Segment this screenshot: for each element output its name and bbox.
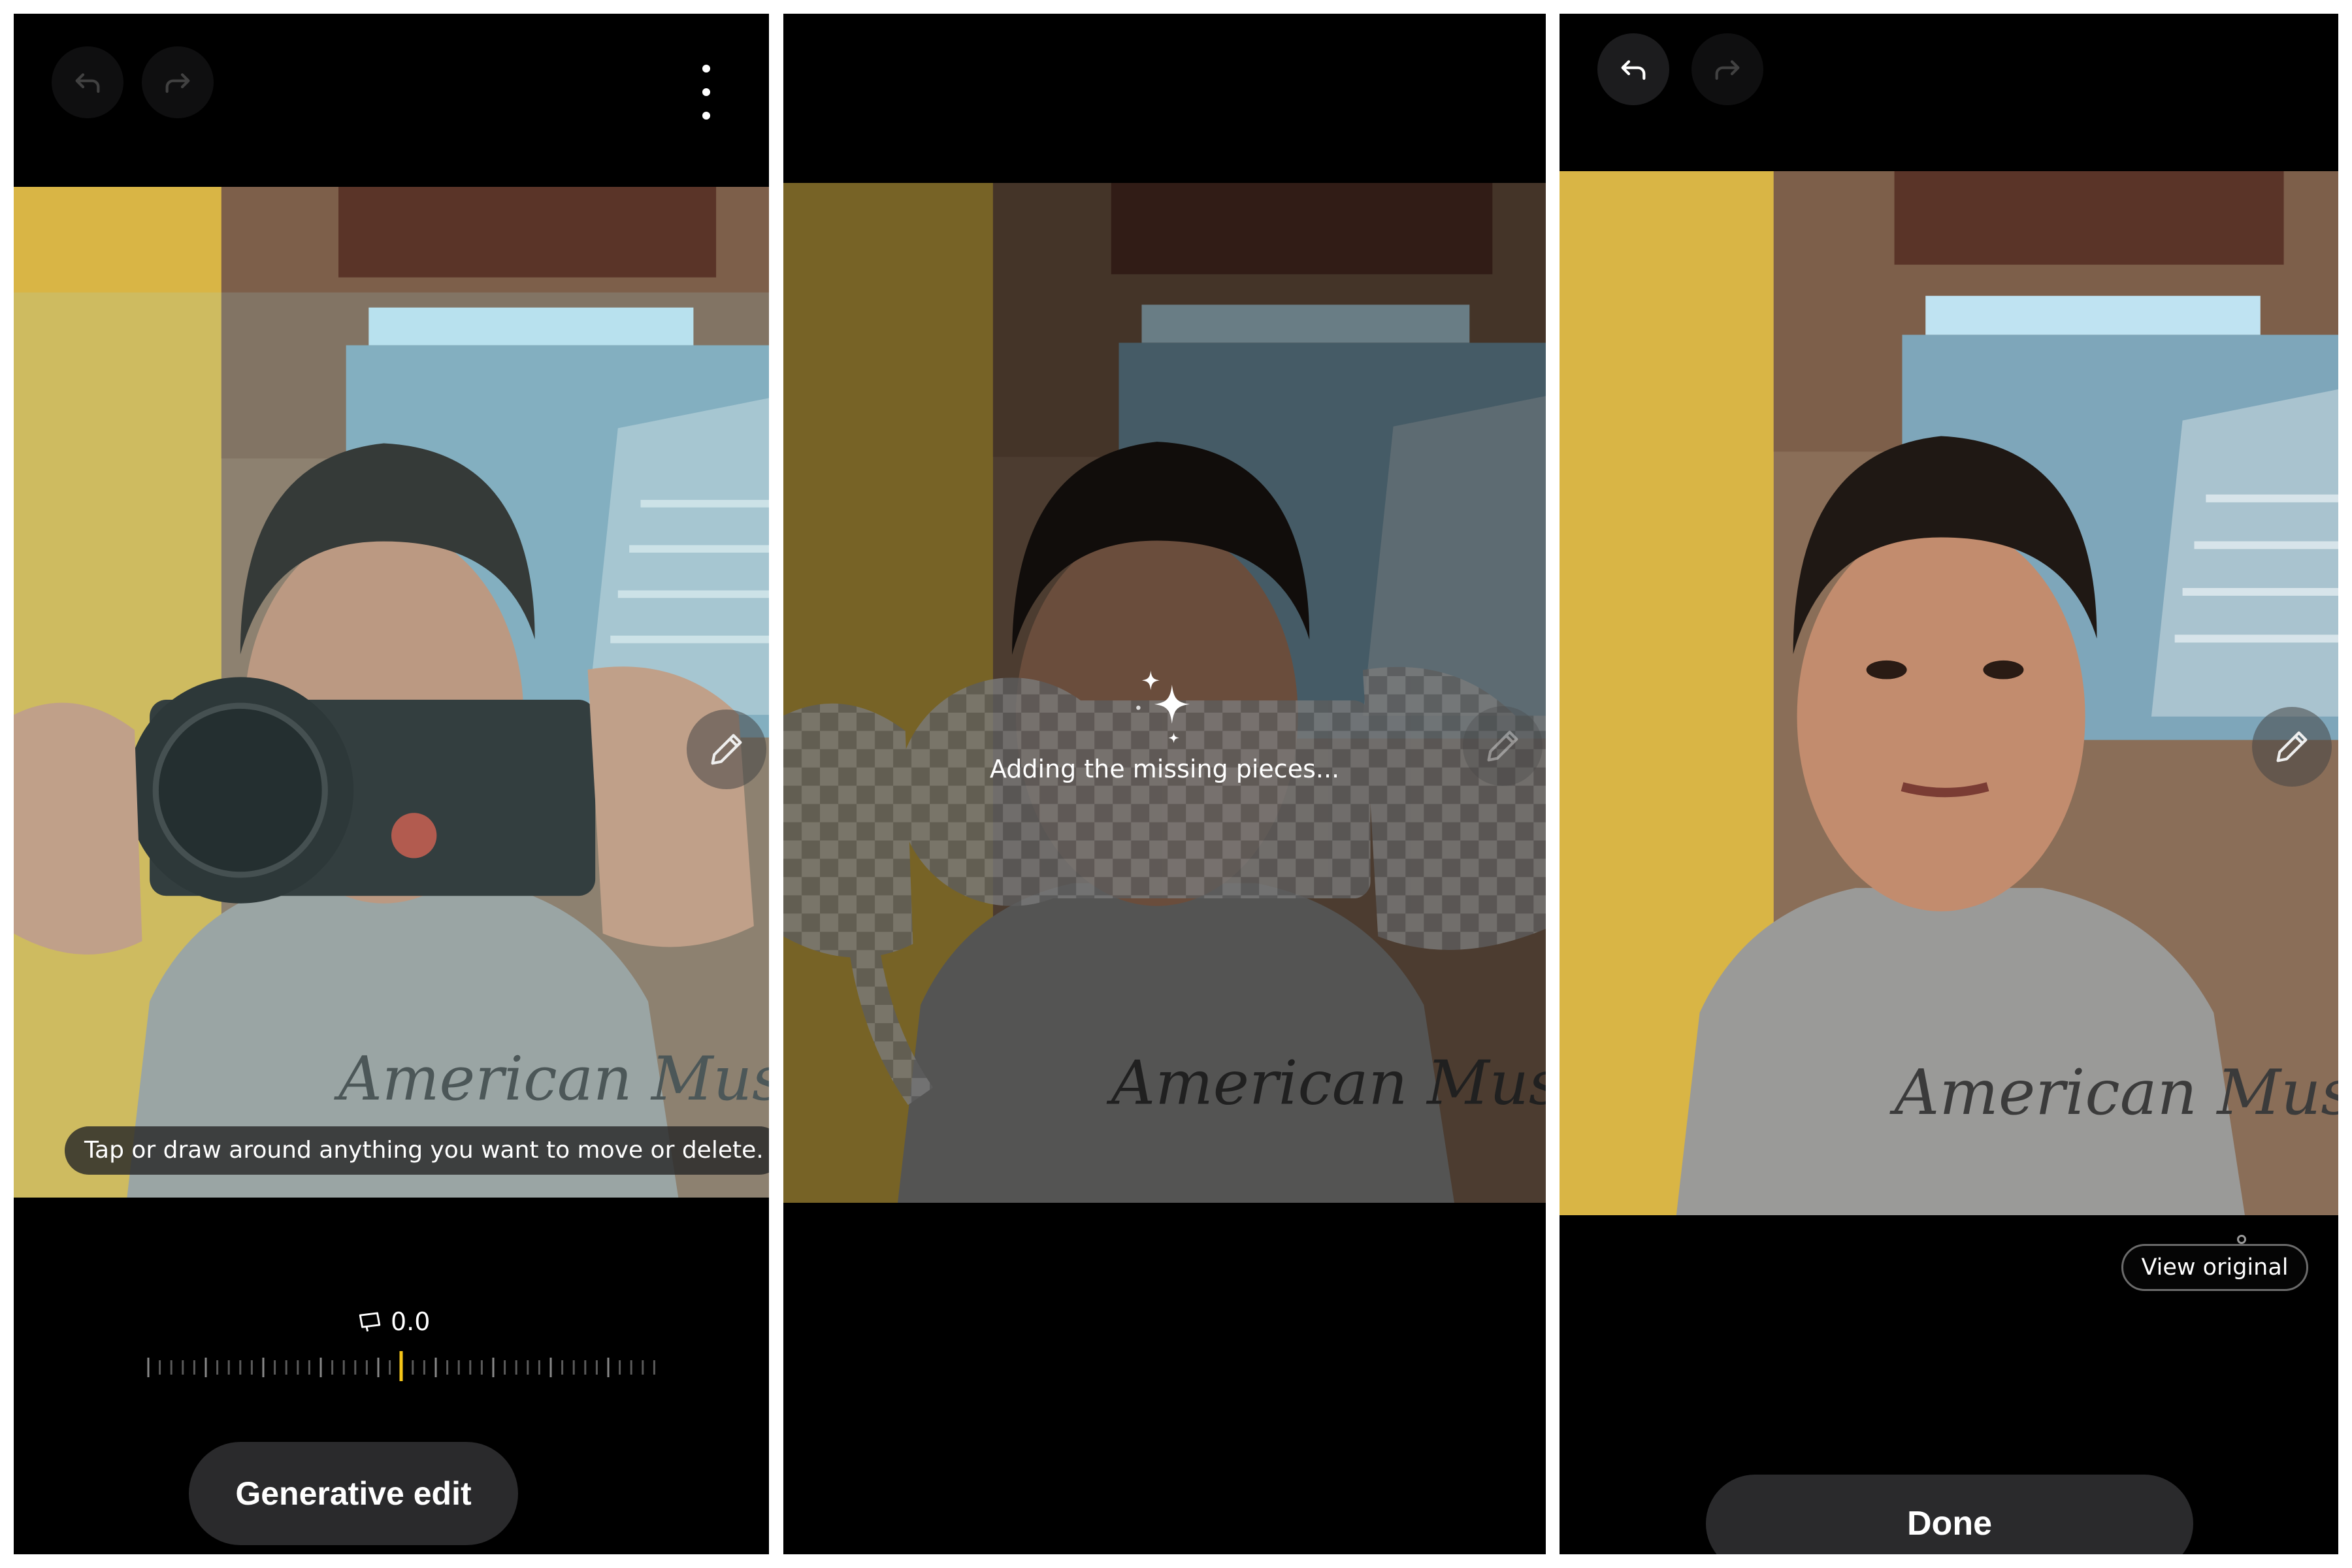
tilt-dial[interactable]	[143, 1350, 659, 1382]
done-button[interactable]: Done	[1706, 1475, 2193, 1554]
hint-message: Tap or draw around anything you want to …	[65, 1126, 769, 1175]
photo-image: American Museum	[14, 187, 769, 1198]
undo-button[interactable]	[1597, 33, 1669, 105]
compare-indicator	[2237, 1235, 2246, 1244]
redo-button[interactable]	[142, 46, 214, 118]
pen-button[interactable]	[687, 710, 766, 789]
generative-edit-button[interactable]: Generative edit	[189, 1442, 518, 1545]
undo-icon	[75, 73, 100, 93]
processing-status: Adding the missing pieces...	[989, 755, 1340, 783]
pen-icon	[2276, 731, 2308, 762]
svg-text:American Museum: American Museum	[1889, 1056, 2338, 1129]
photo-canvas[interactable]: American Museum	[1560, 171, 2338, 1215]
undo-button[interactable]	[52, 46, 123, 118]
panel-processing: American Museum Adding the missing piece…	[783, 14, 1546, 1554]
tilt-value-label: 0.0	[391, 1307, 431, 1336]
processing-indicator: Adding the missing pieces...	[783, 667, 1546, 783]
undo-icon	[1621, 60, 1646, 80]
panel-result: American Museum View original Done	[1560, 14, 2338, 1554]
view-original-button[interactable]: View original	[2121, 1244, 2308, 1291]
sparkle-icon	[1135, 670, 1190, 743]
redo-icon	[165, 73, 190, 93]
panel-select-object: American Museum Tap or draw around anyth…	[14, 14, 769, 1554]
pen-button[interactable]	[2252, 707, 2332, 787]
more-options-button[interactable]	[693, 59, 719, 125]
pen-icon	[711, 734, 742, 765]
photo-image: American Museum	[1560, 171, 2338, 1215]
tilt-value: 0.0	[357, 1307, 430, 1336]
tilt-icon	[359, 1312, 381, 1332]
more-vertical-icon	[702, 65, 710, 73]
photo-canvas[interactable]: American Museum	[14, 187, 769, 1198]
redo-button[interactable]	[1691, 33, 1763, 105]
redo-icon	[1715, 60, 1740, 80]
